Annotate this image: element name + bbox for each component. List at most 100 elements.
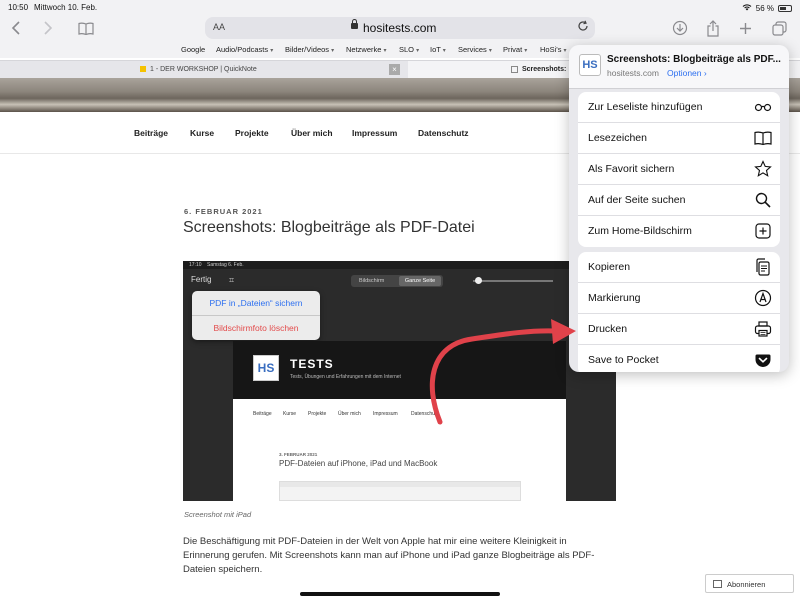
action-add-to-home-screen[interactable]: Zum Home-Bildschirm	[578, 216, 780, 247]
embedded-seg-full-page: Ganze Seite	[399, 276, 441, 286]
chevron-down-icon: ▾	[416, 48, 420, 54]
action-label: Als Favorit sichern	[588, 163, 675, 175]
address-bar[interactable]: AA hositests.com	[205, 17, 595, 39]
embedded-thumbnail	[279, 481, 521, 501]
embedded-time: 17:10	[189, 262, 202, 268]
share-sheet-domain: hositests.com	[607, 68, 659, 78]
tab-title: Screenshots:	[522, 66, 567, 73]
embedded-date: Samstag 6. Feb.	[207, 262, 244, 268]
glasses-icon	[754, 98, 772, 116]
battery-percent: 56 %	[755, 3, 774, 13]
new-tab-icon[interactable]	[735, 18, 755, 38]
share-actions-group-1: Zur Leseliste hinzufügen Lesezeichen Als…	[578, 92, 780, 247]
embedded-site-logo: HS	[253, 355, 279, 381]
embedded-post-date: 3. FEBRUAR 2021	[279, 452, 318, 457]
share-sheet: HS Screenshots: Blogbeiträge als PDF... …	[569, 45, 789, 372]
post-body-text: Die Beschäftigung mit PDF-Dateien in der…	[183, 536, 595, 575]
action-find-on-page[interactable]: Auf der Seite suchen	[578, 185, 780, 216]
embedded-slider-knob	[475, 277, 482, 284]
options-link[interactable]: Optionen ›	[667, 68, 707, 78]
subscribe-button[interactable]: Abonnieren	[705, 574, 794, 593]
embedded-nav-item: Impressum	[373, 411, 398, 417]
printer-icon	[754, 320, 772, 338]
url-text: hositests.com	[363, 21, 437, 35]
star-icon	[754, 160, 772, 178]
favorite-google[interactable]: Google	[181, 45, 205, 54]
tab-title: 1 - DER WORKSHOP | QuickNote	[150, 66, 257, 73]
chevron-down-icon: ▾	[524, 48, 528, 54]
favorite-label: Netzwerke	[346, 45, 382, 54]
chevron-down-icon: ▾	[563, 48, 567, 54]
add-square-icon	[754, 222, 772, 240]
nav-projekte[interactable]: Projekte	[235, 128, 269, 138]
favorite-hosis[interactable]: HoSi's ▾	[540, 45, 567, 54]
nav-kurse[interactable]: Kurse	[190, 128, 214, 138]
share-icon[interactable]	[703, 18, 723, 38]
chevron-down-icon: ▾	[488, 48, 492, 54]
favorite-label: Services	[458, 45, 487, 54]
action-markup[interactable]: Markierung	[578, 283, 780, 314]
subscribe-label: Abonnieren	[727, 580, 766, 589]
close-tab-icon[interactable]: ×	[389, 64, 400, 75]
status-bar: 10:50 Mittwoch 10. Feb. 56 %	[0, 0, 800, 14]
battery-icon	[778, 4, 792, 12]
back-icon[interactable]	[6, 18, 26, 38]
book-icon	[754, 129, 772, 147]
favorite-netzwerke[interactable]: Netzwerke ▾	[346, 45, 387, 54]
tab-quicknote[interactable]: 1 - DER WORKSHOP | QuickNote ×	[0, 61, 400, 79]
tabs-overview-icon[interactable]	[769, 18, 789, 38]
downloads-icon[interactable]	[670, 18, 690, 38]
nav-impressum[interactable]: Impressum	[352, 128, 397, 138]
markup-icon	[754, 289, 772, 307]
action-print[interactable]: Drucken	[578, 314, 780, 345]
embedded-status-bar: 17:10 Samstag 6. Feb.	[183, 261, 616, 269]
action-copy[interactable]: Kopieren	[578, 252, 780, 283]
embedded-slider	[473, 280, 553, 282]
bookmarks-icon[interactable]	[76, 18, 96, 38]
browser-toolbar: AA hositests.com	[0, 14, 800, 42]
forward-icon[interactable]	[38, 18, 58, 38]
site-favicon-icon	[511, 66, 518, 73]
embedded-site-tagline: Tests, Übungen und Erfahrungen mit dem I…	[290, 374, 401, 380]
reader-settings-button[interactable]: AA	[213, 22, 225, 32]
favorite-bilder-videos[interactable]: Bilder/Videos ▾	[285, 45, 334, 54]
favorite-label: IoT	[430, 45, 441, 54]
nav-ueber-mich[interactable]: Über mich	[291, 128, 333, 138]
favorite-privat[interactable]: Privat ▾	[503, 45, 527, 54]
post-date[interactable]: 6. FEBRUAR 2021	[184, 207, 263, 216]
favorite-iot[interactable]: IoT ▾	[430, 45, 446, 54]
favorite-audio-podcasts[interactable]: Audio/Podcasts ▾	[216, 45, 273, 54]
chevron-down-icon: ▾	[331, 48, 335, 54]
embedded-page: HS TESTS Tests, Übungen und Erfahrungen …	[233, 341, 566, 501]
embedded-nav-item: Kurse	[283, 411, 297, 417]
chevron-down-icon: ▾	[270, 48, 274, 54]
share-sheet-title: Screenshots: Blogbeiträge als PDF...	[607, 54, 781, 65]
action-label: Drucken	[588, 323, 628, 335]
copy-icon	[754, 258, 772, 276]
action-label: Zur Leseliste hinzufügen	[588, 101, 703, 113]
favorite-slo[interactable]: SLO ▾	[399, 45, 419, 54]
action-reading-list[interactable]: Zur Leseliste hinzufügen	[578, 92, 780, 123]
embedded-segmented-control: Bildschirm Ganze Seite	[351, 275, 443, 287]
action-save-to-pocket[interactable]: Save to Pocket	[578, 345, 780, 372]
nav-datenschutz[interactable]: Datenschutz	[418, 128, 469, 138]
embedded-popup-menu: PDF in „Dateien“ sichern Bildschirmfoto …	[192, 291, 320, 340]
chevron-down-icon: ▾	[383, 48, 387, 54]
favorite-services[interactable]: Services ▾	[458, 45, 492, 54]
favorite-label: Google	[181, 45, 206, 54]
action-label: Zum Home-Bildschirm	[588, 225, 692, 237]
reload-icon[interactable]	[577, 20, 589, 35]
favorite-label: Privat	[503, 45, 523, 54]
search-icon	[754, 191, 772, 209]
status-right: 56 %	[742, 3, 792, 13]
action-label: Lesezeichen	[588, 132, 647, 144]
subscribe-icon	[713, 580, 722, 588]
action-add-favorite[interactable]: Als Favorit sichern	[578, 154, 780, 185]
embedded-delete-item: Bildschirmfoto löschen	[213, 323, 299, 333]
post-title: Screenshots: Blogbeiträge als PDF-Datei	[183, 219, 475, 236]
nav-beitraege[interactable]: Beiträge	[134, 128, 168, 138]
favorite-label: HoSi's	[540, 45, 562, 54]
action-bookmark[interactable]: Lesezeichen	[578, 123, 780, 154]
divider	[192, 315, 320, 316]
home-indicator[interactable]	[300, 592, 500, 596]
